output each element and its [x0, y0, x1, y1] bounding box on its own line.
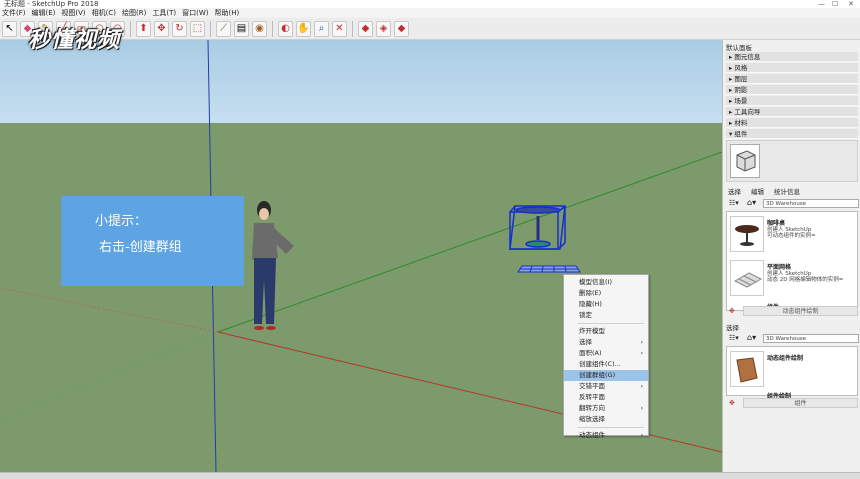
dynamic-component-thumbnail[interactable]: [730, 351, 764, 387]
ctx-item-zoom-selection[interactable]: 缩放选择: [564, 414, 648, 425]
component-preview: [726, 140, 858, 182]
tip-text: 右击-创建群组: [99, 240, 182, 255]
window-title: 无标题 - SketchUp Pro 2018: [4, 0, 99, 8]
ctx-separator: [578, 323, 644, 324]
submenu-arrow-icon: ›: [640, 383, 643, 390]
menu-edit[interactable]: 编辑(E): [32, 8, 56, 18]
tray-section-components[interactable]: ▾ 组件: [726, 129, 858, 139]
toolbar-separator: [272, 20, 273, 37]
ctx-item-lock[interactable]: 锁定: [564, 310, 648, 321]
menu-tools[interactable]: 工具(T): [152, 8, 176, 18]
component-cube-icon: [730, 144, 760, 178]
components-bar[interactable]: 组件: [743, 398, 858, 408]
zoom-extents-icon[interactable]: ✕: [332, 20, 347, 37]
warehouse-search-input-2[interactable]: 3D Warehouse: [763, 334, 859, 343]
component-list-2: 动态组件绘制 组件绘制: [726, 346, 858, 400]
warehouse-search-input[interactable]: 3D Warehouse: [763, 199, 859, 208]
component-list: 咖啡桌 创建人 SketchUp 可动态组件的实例= 平面网格 创建人 Sket…: [726, 211, 858, 311]
tray-section-instructor[interactable]: ▸ 工具向导: [726, 107, 858, 117]
tray-section-layers[interactable]: ▸ 图层: [726, 74, 858, 84]
select-arrow-icon[interactable]: ↖: [2, 20, 17, 37]
selected-table-model: [509, 205, 566, 250]
tray-section-styles[interactable]: ▸ 风格: [726, 63, 858, 73]
tip-title: 小提示：: [95, 214, 148, 229]
watermark-logo: 秒懂视频: [28, 28, 121, 53]
ctx-item-reverse-faces[interactable]: 反转平面: [564, 392, 648, 403]
tray-section-shadows[interactable]: ▸ 阴影: [726, 85, 858, 95]
ctx-item-select[interactable]: 选择 ›: [564, 337, 648, 348]
red-axis-dotted: [0, 287, 219, 333]
context-menu: 模型信息(I) 删除(E) 隐藏(H) 锁定 炸开模型 选择 › 面积(A) › 创…: [563, 274, 649, 439]
maximize-icon[interactable]: ☐: [832, 0, 838, 8]
ctx-item-dynamic-components[interactable]: 动态组件 ›: [564, 430, 648, 441]
ctx-separator: [578, 427, 644, 428]
entry-desc: 可动态组件的实例=: [767, 233, 816, 239]
dynamic-components-bar[interactable]: 动态组件绘制: [743, 306, 858, 316]
ctx-item-flip-along[interactable]: 翻转方向 ›: [564, 403, 648, 414]
default-tray: 默认面板 ▸ 图元信息 ▸ 风格 ▸ 图层 ▸ 阴影 ▸ 场景 ▸ 工具向导 ▸…: [722, 40, 860, 472]
tray-section-scenes[interactable]: ▸ 场景: [726, 96, 858, 106]
menu-file[interactable]: 文件(F): [2, 8, 26, 18]
text-icon[interactable]: ▤: [234, 20, 249, 37]
toolbar-separator: [210, 20, 211, 37]
menu-camera[interactable]: 相机(C): [92, 8, 116, 18]
menu-window[interactable]: 窗口(W): [182, 8, 208, 18]
scale-icon[interactable]: ⬚: [190, 20, 205, 37]
home-icon[interactable]: ⌂▾: [747, 198, 756, 207]
orbit-icon[interactable]: ◐: [278, 20, 293, 37]
tray-section-materials[interactable]: ▸ 材料: [726, 118, 858, 128]
ctx-item-hide[interactable]: 隐藏(H): [564, 299, 648, 310]
menu-draw[interactable]: 绘图(R): [122, 8, 146, 18]
person-figure: [252, 201, 294, 330]
entry-title: 动态组件绘制: [767, 355, 804, 362]
submenu-arrow-icon: ›: [640, 432, 643, 439]
tray-section-entity-info[interactable]: ▸ 图元信息: [726, 52, 858, 62]
ctx-item-explode[interactable]: 炸开模型: [564, 326, 648, 337]
tab-edit[interactable]: 编辑: [749, 186, 766, 197]
grid-thumbnail[interactable]: [730, 260, 764, 296]
warehouse-icon[interactable]: ◆: [358, 20, 373, 37]
menu-view[interactable]: 视图(V): [61, 8, 85, 18]
selected-grid-model: [517, 265, 581, 273]
submenu-arrow-icon: ›: [640, 339, 643, 346]
ctx-item-make-group[interactable]: 创建群组(G): [564, 370, 648, 381]
ctx-item-model-info[interactable]: 模型信息(I): [564, 277, 648, 288]
details-icon[interactable]: ✥: [729, 307, 735, 315]
entry-desc: 动态 2D 网格编辑物体的实例=: [767, 277, 844, 283]
view-options-icon[interactable]: ☷▾: [729, 334, 739, 342]
tab-select[interactable]: 选择: [726, 186, 743, 197]
ctx-item-area[interactable]: 面积(A) ›: [564, 348, 648, 359]
section-select-label: 选择: [726, 324, 739, 332]
coffee-table-thumbnail[interactable]: [730, 216, 764, 252]
view-options-icon[interactable]: ☷▾: [729, 199, 739, 207]
component-tabs: 选择 编辑 统计信息: [726, 186, 858, 197]
rotate-icon[interactable]: ↻: [172, 20, 187, 37]
status-bar: [0, 472, 860, 479]
menu-bar: 文件(F) 编辑(E) 视图(V) 相机(C) 绘图(R) 工具(T) 窗口(W…: [0, 8, 860, 18]
close-icon[interactable]: ✕: [848, 0, 854, 8]
title-bar: 无标题 - SketchUp Pro 2018 — ☐ ✕: [0, 0, 860, 8]
green-axis-dotted: [0, 331, 219, 421]
ctx-item-make-component[interactable]: 创建组件(C)...: [564, 359, 648, 370]
submenu-arrow-icon: ›: [640, 405, 643, 412]
menu-help[interactable]: 帮助(H): [214, 8, 239, 18]
ctx-item-intersect-faces[interactable]: 交错平面 ›: [564, 381, 648, 392]
sketchup-window: 无标题 - SketchUp Pro 2018 — ☐ ✕ 文件(F) 编辑(E…: [0, 0, 860, 479]
share-icon[interactable]: ◆: [394, 20, 409, 37]
zoom-icon[interactable]: ⌕: [314, 20, 329, 37]
paint-bucket-icon[interactable]: ◉: [252, 20, 267, 37]
minimize-icon[interactable]: —: [818, 0, 825, 8]
submenu-arrow-icon: ›: [640, 350, 643, 357]
home-icon[interactable]: ⌂▾: [747, 333, 756, 342]
toolbar-separator: [352, 20, 353, 37]
extension-icon[interactable]: ◈: [376, 20, 391, 37]
details-icon[interactable]: ✥: [729, 399, 735, 407]
tab-statistics[interactable]: 统计信息: [772, 186, 802, 197]
ctx-item-delete[interactable]: 删除(E): [564, 288, 648, 299]
pan-icon[interactable]: ✋: [296, 20, 311, 37]
tray-title: 默认面板: [726, 44, 752, 52]
tip-box: 小提示： 右击-创建群组: [61, 196, 244, 286]
tape-measure-icon[interactable]: ⟋: [216, 20, 231, 37]
